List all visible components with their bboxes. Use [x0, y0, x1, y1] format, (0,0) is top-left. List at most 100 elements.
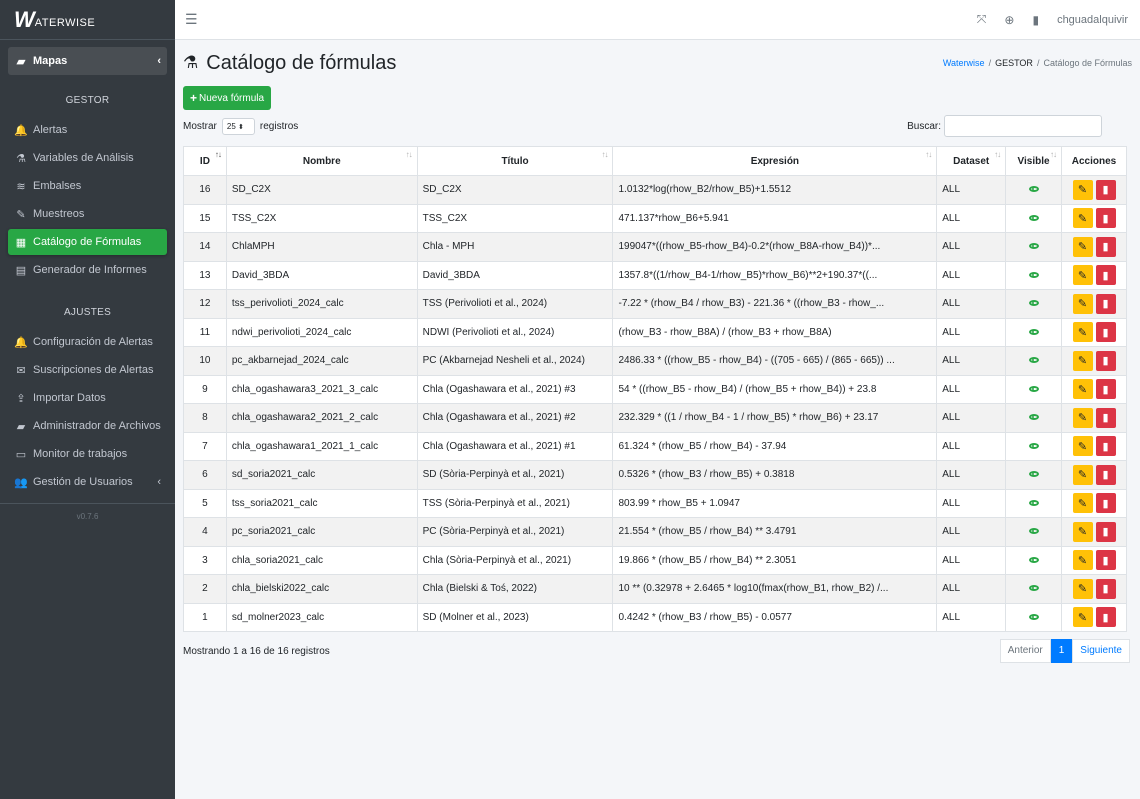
edit-icon: ✎ [1077, 383, 1088, 396]
breadcrumb-section: GESTOR [995, 58, 1033, 68]
sidebar-item-label: Variables de Análisis [33, 152, 134, 164]
pagination-previous[interactable]: Anterior [999, 639, 1051, 663]
edit-icon: ✎ [1077, 554, 1088, 567]
pagination-next[interactable]: Siguiente [1072, 639, 1130, 663]
cell-nombre: TSS_C2X [225, 203, 418, 233]
column-header-dataset[interactable]: Dataset ↑↓ [936, 146, 1007, 176]
eye-icon[interactable] [1028, 442, 1039, 449]
sidebar-item-embalses[interactable]: ≋ Embalses [8, 173, 167, 199]
edit-button[interactable]: ✎ [1072, 550, 1093, 571]
delete-button[interactable]: ▮ [1095, 607, 1116, 628]
user-name[interactable]: chguadalquivir [1057, 14, 1128, 26]
sidebar-item-muestreos[interactable]: ✎ Muestreos [8, 201, 167, 227]
cell-visible [1005, 488, 1063, 518]
table-row: 4 pc_soria2021_calc PC (Sòria-Perpinyà et … [183, 517, 1127, 547]
sidebar-item-suscripciones-de-alertas[interactable]: ✉ Suscripciones de Alertas [8, 357, 167, 383]
sidebar-item-monitor-de-trabajos[interactable]: ▭ Monitor de trabajos [8, 441, 167, 467]
column-header-nombre[interactable]: Nombre ↑↓ [225, 146, 418, 176]
edit-button[interactable]: ✎ [1072, 578, 1093, 599]
edit-button[interactable]: ✎ [1072, 379, 1093, 400]
edit-button[interactable]: ✎ [1072, 293, 1093, 314]
eye-icon[interactable] [1028, 328, 1039, 335]
delete-button[interactable]: ▮ [1095, 493, 1116, 514]
new-formula-button[interactable]: + Nueva fórmula [183, 86, 272, 110]
delete-button[interactable]: ▮ [1095, 293, 1116, 314]
sidebar-item-mapas[interactable]: ▰ Mapas ‹ [8, 47, 167, 75]
edit-button[interactable]: ✎ [1072, 464, 1093, 485]
eye-icon[interactable] [1028, 271, 1039, 278]
sidebar-item-catálogo-de-fórmulas[interactable]: ▦ Catálogo de Fórmulas [8, 229, 167, 255]
cell-actions: ✎ ▮ [1061, 602, 1127, 632]
breadcrumb-current: Catálogo de Fórmulas [1043, 58, 1132, 68]
brand[interactable]: W ATERWISE [0, 0, 175, 40]
cell-dataset: ALL [936, 403, 1007, 433]
new-formula-label: Nueva fórmula [199, 92, 265, 104]
delete-button[interactable]: ▮ [1095, 236, 1116, 257]
edit-button[interactable]: ✎ [1072, 179, 1093, 200]
delete-button[interactable]: ▮ [1095, 436, 1116, 457]
delete-button[interactable]: ▮ [1095, 407, 1116, 428]
edit-button[interactable]: ✎ [1072, 607, 1093, 628]
delete-button[interactable]: ▮ [1095, 350, 1116, 371]
eye-icon[interactable] [1028, 471, 1039, 478]
book-icon[interactable]: ▮ [1032, 13, 1039, 27]
table-row: 10 pc_akbarnejad_2024_calc PC (Akbarnejad … [183, 346, 1127, 376]
sidebar-item-gestión-de-usuarios[interactable]: 👥 Gestión de Usuarios ‹ [8, 469, 167, 495]
eye-icon[interactable] [1028, 357, 1039, 364]
page-length-select[interactable]: 25 ⬍ [221, 117, 255, 135]
delete-button[interactable]: ▮ [1095, 578, 1116, 599]
eye-icon[interactable] [1028, 214, 1039, 221]
fullscreen-icon[interactable]: ⤧ [977, 12, 987, 27]
column-header-label: Nombre [302, 155, 341, 167]
eye-icon[interactable] [1028, 300, 1039, 307]
eye-icon[interactable] [1028, 613, 1039, 620]
delete-button[interactable]: ▮ [1095, 322, 1116, 343]
cell-visible [1005, 602, 1063, 632]
eye-icon[interactable] [1028, 528, 1039, 535]
edit-button[interactable]: ✎ [1072, 208, 1093, 229]
column-header-visible[interactable]: Visible ↑↓ [1005, 146, 1063, 176]
delete-button[interactable]: ▮ [1095, 208, 1116, 229]
eye-icon[interactable] [1028, 186, 1039, 193]
sidebar-item-configuración-de-alertas[interactable]: 🔔 Configuración de Alertas [8, 329, 167, 355]
edit-button[interactable]: ✎ [1072, 493, 1093, 514]
search-input[interactable] [944, 115, 1102, 137]
eye-icon[interactable] [1028, 385, 1039, 392]
globe-icon[interactable]: ⊕ [1004, 13, 1014, 27]
delete-button[interactable]: ▮ [1095, 550, 1116, 571]
sidebar-item-importar-datos[interactable]: ⇪ Importar Datos [8, 385, 167, 411]
hamburger-menu-icon[interactable]: ☰ [185, 11, 198, 28]
edit-button[interactable]: ✎ [1072, 236, 1093, 257]
edit-button[interactable]: ✎ [1072, 521, 1093, 542]
eye-icon[interactable] [1028, 414, 1039, 421]
eye-icon[interactable] [1028, 556, 1039, 563]
sidebar-item-label: Configuración de Alertas [33, 336, 153, 348]
sidebar-item-administrador-de-archivos[interactable]: ▰ Administrador de Archivos [8, 413, 167, 439]
sidebar-item-generador-de-informes[interactable]: ▤ Generador de Informes [8, 257, 167, 283]
cell-visible [1005, 175, 1063, 205]
table-row: 9 chla_ogashawara3_2021_3_calc Chla (Ogash… [183, 374, 1127, 404]
column-header-expresión[interactable]: Expresión ↑↓ [612, 146, 938, 176]
eye-icon[interactable] [1028, 499, 1039, 506]
edit-button[interactable]: ✎ [1072, 436, 1093, 457]
cell-titulo: NDWI (Perivolioti et al., 2024) [416, 317, 614, 347]
sidebar-item-variables-de-análisis[interactable]: ⚗ Variables de Análisis [8, 145, 167, 171]
sidebar-item-alertas[interactable]: 🔔 Alertas [8, 117, 167, 143]
delete-button[interactable]: ▮ [1095, 179, 1116, 200]
column-header-título[interactable]: Título ↑↓ [416, 146, 614, 176]
delete-button[interactable]: ▮ [1095, 379, 1116, 400]
delete-button[interactable]: ▮ [1095, 464, 1116, 485]
eye-icon[interactable] [1028, 243, 1039, 250]
edit-button[interactable]: ✎ [1072, 350, 1093, 371]
edit-button[interactable]: ✎ [1072, 407, 1093, 428]
pagination-page-1[interactable]: 1 [1050, 639, 1073, 663]
sort-icon: ↑↓ [601, 150, 608, 159]
delete-button[interactable]: ▮ [1095, 521, 1116, 542]
eye-icon[interactable] [1028, 585, 1039, 592]
edit-button[interactable]: ✎ [1072, 322, 1093, 343]
breadcrumb-home[interactable]: Waterwise [943, 58, 985, 68]
column-header-id[interactable]: ID ↑↓ [183, 146, 227, 176]
delete-button[interactable]: ▮ [1095, 265, 1116, 286]
cell-expresion: 54 * ((rhow_B5 - rhow_B4) / (rhow_B5 + r… [612, 374, 938, 404]
edit-button[interactable]: ✎ [1072, 265, 1093, 286]
